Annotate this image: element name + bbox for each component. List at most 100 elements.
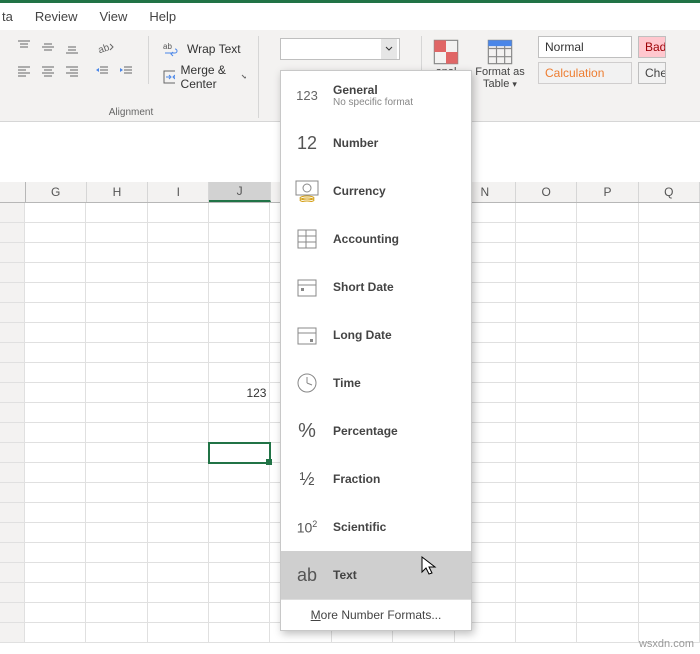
cell[interactable]: [577, 603, 638, 623]
cell[interactable]: [209, 323, 270, 343]
col-header-H[interactable]: H: [87, 182, 148, 202]
cell[interactable]: [577, 483, 638, 503]
cell[interactable]: [577, 243, 638, 263]
cell[interactable]: [148, 583, 209, 603]
cell[interactable]: [148, 343, 209, 363]
cell[interactable]: [209, 303, 270, 323]
cell[interactable]: [639, 343, 700, 363]
cell[interactable]: [25, 483, 86, 503]
cell[interactable]: [577, 363, 638, 383]
cell[interactable]: [516, 363, 577, 383]
decrease-indent-button[interactable]: [90, 60, 114, 82]
menu-item-view[interactable]: View: [99, 9, 127, 24]
cell[interactable]: [516, 563, 577, 583]
cell[interactable]: [639, 563, 700, 583]
cell[interactable]: [516, 403, 577, 423]
cell[interactable]: [148, 523, 209, 543]
format-option-short-date[interactable]: Short Date: [281, 263, 471, 311]
cell[interactable]: [25, 223, 86, 243]
cell[interactable]: [86, 443, 147, 463]
cell[interactable]: [25, 463, 86, 483]
cell[interactable]: [577, 623, 638, 643]
cell[interactable]: [639, 583, 700, 603]
cell[interactable]: [25, 603, 86, 623]
cell[interactable]: [86, 423, 147, 443]
cell[interactable]: [577, 583, 638, 603]
cell[interactable]: [577, 203, 638, 223]
cell[interactable]: [86, 203, 147, 223]
cell[interactable]: [639, 483, 700, 503]
cell[interactable]: [148, 503, 209, 523]
cell[interactable]: [86, 543, 147, 563]
cell[interactable]: [516, 603, 577, 623]
cell[interactable]: [148, 423, 209, 443]
cell[interactable]: [148, 463, 209, 483]
cell[interactable]: [148, 603, 209, 623]
cell[interactable]: [209, 243, 270, 263]
cell[interactable]: [86, 483, 147, 503]
cell[interactable]: [577, 523, 638, 543]
cell[interactable]: [516, 303, 577, 323]
cell[interactable]: [209, 203, 270, 223]
cell[interactable]: [209, 563, 270, 583]
cell[interactable]: [86, 283, 147, 303]
cell[interactable]: [639, 303, 700, 323]
menu-item-data[interactable]: ta: [2, 9, 13, 24]
cell[interactable]: [209, 363, 270, 383]
align-middle-button[interactable]: [36, 36, 60, 58]
cell[interactable]: [516, 243, 577, 263]
cell[interactable]: [209, 503, 270, 523]
cell[interactable]: [577, 403, 638, 423]
cell[interactable]: [639, 223, 700, 243]
cell[interactable]: [516, 503, 577, 523]
cell[interactable]: [577, 323, 638, 343]
cell[interactable]: [577, 423, 638, 443]
cell[interactable]: [148, 303, 209, 323]
col-header-O[interactable]: O: [516, 182, 577, 202]
format-option-time[interactable]: Time: [281, 359, 471, 407]
cell[interactable]: [577, 283, 638, 303]
cell[interactable]: [209, 343, 270, 363]
cell[interactable]: [86, 623, 147, 643]
cell-style-check[interactable]: Chec: [638, 62, 666, 84]
cell[interactable]: [639, 283, 700, 303]
merge-center-button[interactable]: Merge & Center: [159, 64, 250, 90]
cell[interactable]: [25, 263, 86, 283]
cell[interactable]: [148, 403, 209, 423]
cell[interactable]: [639, 423, 700, 443]
cell[interactable]: [25, 243, 86, 263]
cell[interactable]: [148, 223, 209, 243]
align-bottom-button[interactable]: [60, 36, 84, 58]
cell[interactable]: [86, 323, 147, 343]
align-center-button[interactable]: [36, 60, 60, 82]
cell[interactable]: [25, 423, 86, 443]
menu-item-review[interactable]: Review: [35, 9, 78, 24]
format-option-accounting[interactable]: Accounting: [281, 215, 471, 263]
cell[interactable]: [148, 623, 209, 643]
cell[interactable]: [86, 523, 147, 543]
cell-with-value[interactable]: 123: [209, 383, 270, 403]
cell[interactable]: [516, 383, 577, 403]
number-format-dropdown-button[interactable]: [381, 39, 397, 59]
cell[interactable]: [639, 603, 700, 623]
cell[interactable]: [639, 403, 700, 423]
cell[interactable]: [639, 443, 700, 463]
cell[interactable]: [148, 263, 209, 283]
cell[interactable]: [577, 443, 638, 463]
cell[interactable]: [148, 563, 209, 583]
cell[interactable]: [209, 283, 270, 303]
cell[interactable]: [639, 543, 700, 563]
cell[interactable]: [639, 243, 700, 263]
cell[interactable]: [639, 323, 700, 343]
cell[interactable]: [25, 443, 86, 463]
wrap-text-button[interactable]: ab Wrap Text: [159, 36, 250, 62]
cell[interactable]: [516, 443, 577, 463]
align-right-button[interactable]: [60, 60, 84, 82]
cell[interactable]: [209, 543, 270, 563]
cell[interactable]: [516, 483, 577, 503]
cell[interactable]: [577, 463, 638, 483]
cell[interactable]: [25, 563, 86, 583]
cell[interactable]: [25, 323, 86, 343]
increase-indent-button[interactable]: [114, 60, 138, 82]
cell[interactable]: [577, 383, 638, 403]
